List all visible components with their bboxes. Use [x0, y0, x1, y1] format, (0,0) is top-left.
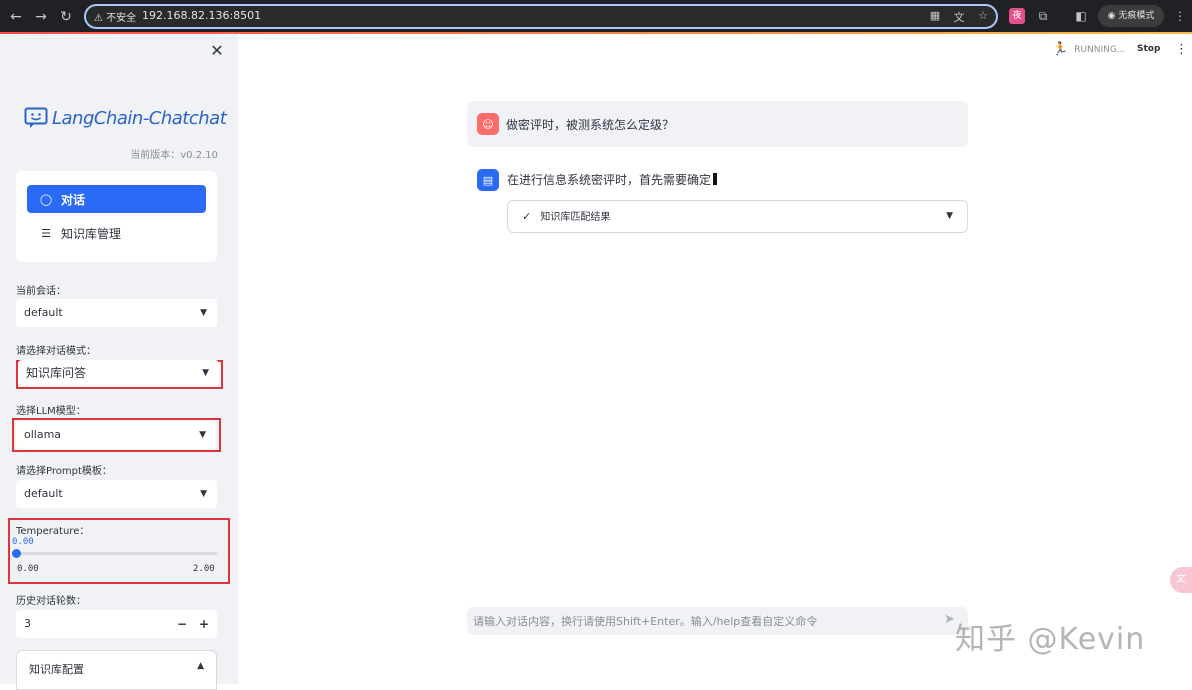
nav-menu: ◯ 对话 ☰ 知识库管理: [16, 171, 217, 262]
incognito-label: 无痕模式: [1118, 11, 1155, 21]
back-icon[interactable]: ←: [8, 9, 24, 25]
history-turns-value: 3: [24, 617, 31, 630]
kb-config-expander[interactable]: 知识库配置 ▲: [16, 650, 217, 690]
database-icon: ☰: [41, 226, 51, 240]
qr-code-icon[interactable]: ▦: [928, 9, 942, 22]
assistant-avatar-icon: ▤: [477, 169, 499, 191]
temperature-label: Temperature：: [16, 526, 90, 537]
assistant-message: 在进行信息系统密评时，首先需要确定: [507, 171, 718, 188]
translate-float-icon[interactable]: 文: [1170, 567, 1192, 593]
llm-model-value: ollama: [24, 428, 62, 441]
extension-icon[interactable]: 夜: [1009, 8, 1025, 24]
dialog-mode-label: 请选择对话模式：: [16, 346, 96, 357]
send-icon[interactable]: ➤: [944, 612, 955, 627]
decrement-button[interactable]: −: [174, 610, 190, 638]
chat-logo-icon: [24, 107, 48, 128]
chat-bubble-icon: ◯: [39, 192, 53, 206]
user-message-text: 做密评时，被测系统怎么定级？: [506, 118, 675, 132]
app-name: LangChain-Chatchat: [52, 107, 227, 129]
incognito-badge[interactable]: ◉ 无痕模式: [1098, 5, 1164, 27]
llm-model-select[interactable]: ollama ▼: [16, 421, 216, 449]
typing-cursor: [713, 173, 718, 185]
side-panel-icon[interactable]: ◧: [1073, 8, 1089, 24]
watermark: 知乎 @Kevin: [955, 622, 1146, 657]
conversation-value: default: [24, 306, 63, 319]
increment-button[interactable]: +: [196, 610, 212, 638]
kb-result-expander[interactable]: ✓ 知识库匹配结果 ▼: [507, 200, 968, 233]
security-warning[interactable]: ⚠ 不安全: [94, 9, 136, 24]
menu-item-chat[interactable]: ◯ 对话: [27, 185, 206, 213]
assistant-message-text: 在进行信息系统密评时，首先需要确定: [507, 173, 712, 187]
sidebar: ✕ LangChain-Chatchat 当前版本：v0.2.10 ◯ 对话 ☰…: [0, 34, 238, 690]
menu-item-label: 知识库管理: [61, 226, 122, 241]
incognito-icon: ◉: [1107, 11, 1119, 21]
chevron-down-icon: ▼: [202, 368, 209, 378]
chat-input[interactable]: [467, 607, 968, 635]
kb-config-label: 知识库配置: [29, 663, 84, 676]
chevron-down-icon: ▼: [199, 430, 206, 440]
reload-icon[interactable]: ↻: [58, 9, 74, 25]
puzzle-extensions-icon[interactable]: ⧉: [1035, 8, 1051, 24]
user-avatar-icon: ☺: [477, 113, 499, 135]
prompt-template-select[interactable]: default ▼: [16, 480, 217, 508]
temperature-min: 0.00: [17, 564, 39, 574]
chevron-down-icon: ▼: [946, 211, 953, 221]
close-sidebar-icon[interactable]: ✕: [208, 42, 226, 60]
chevron-down-icon: ▼: [200, 308, 207, 318]
temperature-max: 2.00: [193, 564, 215, 574]
prompt-template-label: 请选择Prompt模板：: [16, 466, 112, 477]
chevron-up-icon: ▲: [197, 661, 204, 671]
dialog-mode-value: 知识库问答: [26, 366, 87, 380]
app-menu-icon[interactable]: ⋮: [1175, 42, 1188, 57]
browser-menu-icon[interactable]: ⋮: [1172, 8, 1188, 24]
bookmark-star-icon[interactable]: ☆: [976, 9, 990, 22]
temperature-value: 0.00: [12, 537, 34, 547]
conversation-select[interactable]: default ▼: [16, 299, 217, 327]
checkmark-icon: ✓: [522, 210, 532, 223]
running-text: RUNNING...: [1074, 44, 1126, 55]
running-man-icon: 🏃: [1052, 42, 1069, 57]
app-logo: LangChain-Chatchat: [24, 104, 227, 132]
llm-model-label: 选择LLM模型：: [16, 406, 86, 417]
kb-result-label: 知识库匹配结果: [540, 212, 611, 223]
address-bar[interactable]: ⚠ 不安全 192.168.82.136:8501 ▦ 文 ☆: [84, 4, 998, 29]
prompt-template-value: default: [24, 487, 63, 500]
version-text: 当前版本：v0.2.10: [130, 150, 218, 161]
user-message: ☺ 做密评时，被测系统怎么定级？: [467, 101, 968, 147]
menu-item-knowledge-base[interactable]: ☰ 知识库管理: [27, 219, 206, 247]
browser-toolbar: ← → ↻ ⚠ 不安全 192.168.82.136:8501 ▦ 文 ☆ 夜 …: [0, 0, 1192, 34]
history-turns-stepper[interactable]: 3 − +: [16, 610, 217, 638]
url-text[interactable]: 192.168.82.136:8501: [142, 9, 261, 22]
stop-button[interactable]: Stop: [1137, 44, 1160, 54]
security-label: 不安全: [106, 13, 137, 24]
running-status: 🏃 RUNNING...: [1052, 42, 1125, 57]
translate-icon[interactable]: 文: [952, 9, 966, 25]
temperature-slider-thumb[interactable]: [12, 549, 21, 558]
dialog-mode-select[interactable]: 知识库问答 ▼: [18, 360, 219, 386]
temperature-slider-track[interactable]: [16, 552, 217, 555]
chevron-down-icon: ▼: [200, 489, 207, 499]
forward-icon[interactable]: →: [33, 9, 49, 25]
menu-item-label: 对话: [61, 192, 86, 207]
history-turns-label: 历史对话轮数：: [16, 596, 86, 607]
conversation-label: 当前会话：: [16, 286, 66, 297]
